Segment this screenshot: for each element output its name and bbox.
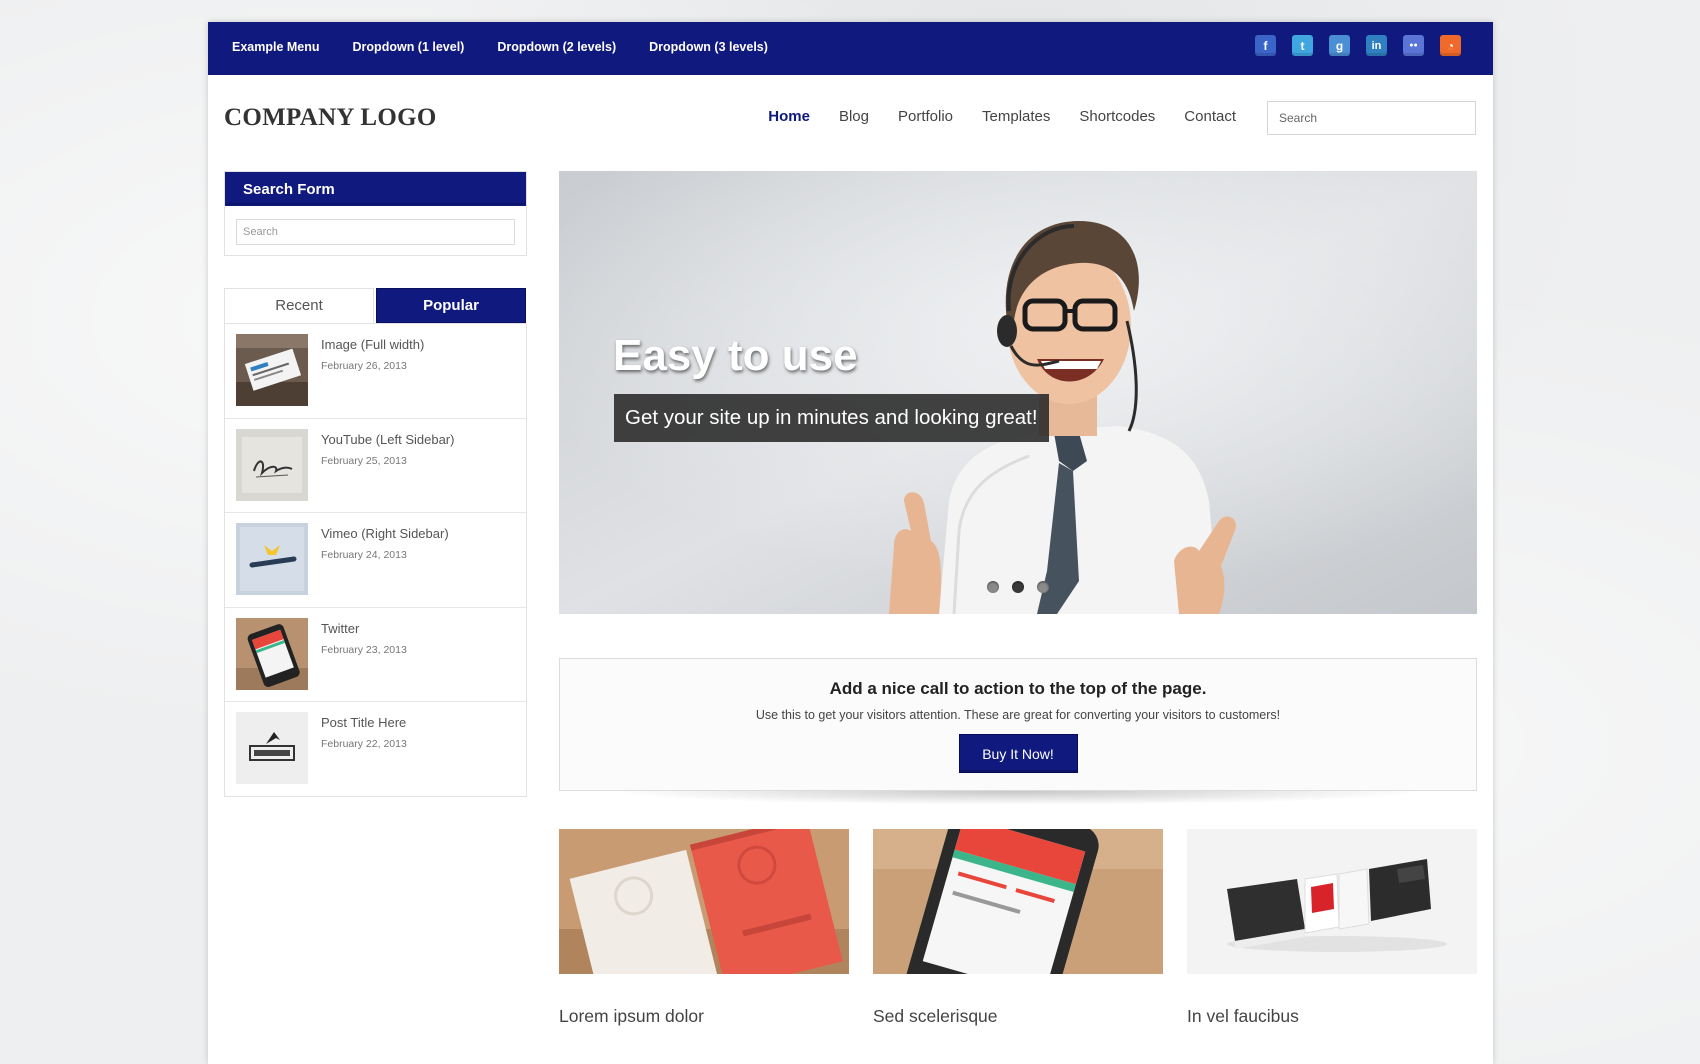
nav-blog[interactable]: Blog — [839, 108, 869, 125]
google-plus-icon[interactable]: g — [1329, 35, 1350, 56]
portfolio-image[interactable] — [559, 829, 849, 974]
twitter-icon[interactable]: t — [1292, 35, 1313, 56]
posts-tabs-widget: Recent Popular Image (Full width) Februa… — [224, 288, 527, 797]
top-menu-example-menu[interactable]: Example Menu — [232, 40, 320, 54]
page-container: Example Menu Dropdown (1 level) Dropdown… — [208, 22, 1493, 1064]
top-menu-dropdown-1[interactable]: Dropdown (1 level) — [353, 40, 465, 54]
sidebar-search-input[interactable] — [236, 219, 515, 245]
search-form-title: Search Form — [225, 172, 526, 206]
slider-dot-active[interactable] — [1012, 581, 1024, 593]
post-title[interactable]: Vimeo (Right Sidebar) — [321, 526, 449, 541]
list-item[interactable]: Image (Full width) February 26, 2013 — [225, 323, 526, 418]
post-date: February 23, 2013 — [321, 643, 407, 656]
slider-dot[interactable] — [1037, 581, 1049, 593]
post-date: February 25, 2013 — [321, 454, 407, 467]
post-thumbnail[interactable] — [236, 617, 308, 690]
call-to-action: Add a nice call to action to the top of … — [559, 658, 1477, 791]
social-links: f t g in ●● ◔ — [1239, 35, 1461, 56]
list-item[interactable]: Post Title Here February 22, 2013 — [225, 701, 526, 796]
top-bar: Example Menu Dropdown (1 level) Dropdown… — [208, 22, 1493, 75]
post-title[interactable]: Post Title Here — [321, 715, 406, 730]
portfolio-item[interactable]: Sed scelerisque — [873, 829, 1163, 1027]
cta-shadow — [608, 791, 1428, 805]
post-title[interactable]: YouTube (Left Sidebar) — [321, 432, 454, 447]
main-nav: Home Blog Portfolio Templates Shortcodes… — [739, 108, 1236, 125]
top-menu-dropdown-3[interactable]: Dropdown (3 levels) — [649, 40, 768, 54]
nav-home[interactable]: Home — [768, 108, 810, 125]
portfolio-caption[interactable]: Sed scelerisque — [873, 1006, 1163, 1027]
buy-now-button[interactable]: Buy It Now! — [958, 734, 1078, 773]
nav-portfolio[interactable]: Portfolio — [898, 108, 953, 125]
post-date: February 26, 2013 — [321, 360, 407, 372]
tab-popular[interactable]: Popular — [376, 288, 526, 323]
portfolio-caption[interactable]: Lorem ipsum dolor — [559, 1006, 849, 1027]
list-item[interactable]: Twitter February 23, 2013 — [225, 606, 526, 702]
portfolio-item[interactable]: In vel faucibus — [1187, 829, 1477, 1027]
post-title[interactable]: Twitter — [321, 621, 359, 636]
hero-image — [559, 171, 1477, 614]
header-search-input[interactable] — [1267, 101, 1476, 135]
slider-dot[interactable] — [987, 581, 999, 593]
top-menu: Example Menu Dropdown (1 level) Dropdown… — [232, 40, 801, 54]
flickr-icon[interactable]: ●● — [1403, 35, 1424, 56]
post-date: February 24, 2013 — [321, 549, 407, 561]
portfolio-image[interactable] — [1187, 829, 1477, 974]
top-menu-dropdown-2[interactable]: Dropdown (2 levels) — [497, 40, 616, 54]
post-title[interactable]: Image (Full width) — [321, 337, 424, 352]
slide-caption: Get your site up in minutes and looking … — [614, 394, 1049, 442]
post-thumbnail[interactable] — [236, 334, 308, 406]
nav-templates[interactable]: Templates — [982, 108, 1050, 125]
cta-title: Add a nice call to action to the top of … — [829, 679, 1207, 698]
list-item[interactable]: Vimeo (Right Sidebar) February 24, 2013 — [225, 512, 526, 607]
list-item[interactable]: YouTube (Left Sidebar) February 25, 2013 — [225, 417, 526, 513]
nav-shortcodes[interactable]: Shortcodes — [1079, 108, 1155, 125]
company-logo[interactable]: COMPANY LOGO — [224, 104, 437, 132]
post-thumbnail[interactable] — [236, 428, 308, 501]
tab-recent[interactable]: Recent — [224, 288, 374, 323]
portfolio-item[interactable]: Lorem ipsum dolor — [559, 829, 849, 1027]
nav-contact[interactable]: Contact — [1184, 108, 1236, 125]
rss-icon[interactable]: ◔ — [1440, 35, 1461, 56]
post-list: Image (Full width) February 26, 2013 You… — [224, 323, 527, 797]
post-date: February 22, 2013 — [321, 738, 407, 750]
post-thumbnail[interactable] — [236, 712, 308, 784]
post-thumbnail[interactable] — [236, 523, 308, 595]
tab-bar: Recent Popular — [224, 288, 527, 323]
search-form-widget: Search Form — [224, 171, 527, 256]
portfolio-image[interactable] — [873, 829, 1163, 974]
linkedin-icon[interactable]: in — [1366, 35, 1387, 56]
slide-heading: Easy to use — [613, 331, 858, 380]
slider-pagination — [987, 581, 1062, 593]
hero-slider[interactable]: Easy to use Get your site up in minutes … — [559, 171, 1477, 614]
facebook-icon[interactable]: f — [1255, 35, 1276, 56]
cta-text: Use this to get your visitors attention.… — [755, 708, 1281, 722]
portfolio-caption[interactable]: In vel faucibus — [1187, 1006, 1477, 1027]
